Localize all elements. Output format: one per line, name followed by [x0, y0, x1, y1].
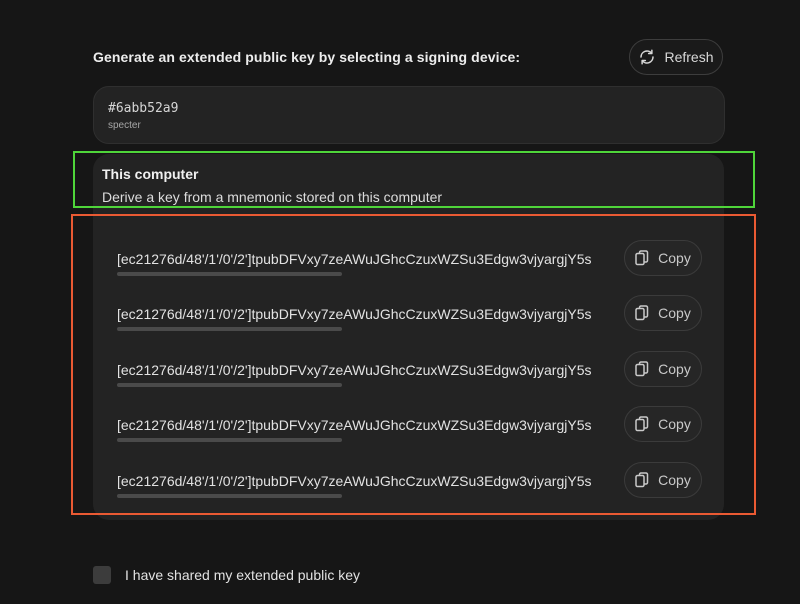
- copy-label: Copy: [658, 416, 691, 432]
- copy-button[interactable]: Copy: [624, 240, 702, 276]
- copy-icon: [635, 361, 649, 377]
- device-fingerprint: #6abb52a9: [108, 101, 179, 116]
- key-scrollbar[interactable]: [117, 494, 342, 498]
- xpub-key-text[interactable]: [ec21276d/48'/1'/0'/2']tpubDFVxy7zeAWuJG…: [117, 473, 610, 489]
- device-name: specter: [108, 120, 141, 131]
- this-computer-description: Derive a key from a mnemonic stored on t…: [102, 189, 443, 205]
- key-row: [ec21276d/48'/1'/0'/2']tpubDFVxy7zeAWuJG…: [106, 351, 706, 397]
- key-row: [ec21276d/48'/1'/0'/2']tpubDFVxy7zeAWuJG…: [106, 462, 706, 508]
- key-scrollbar[interactable]: [117, 383, 342, 387]
- xpub-key-text[interactable]: [ec21276d/48'/1'/0'/2']tpubDFVxy7zeAWuJG…: [117, 362, 610, 378]
- shared-checkbox[interactable]: [93, 566, 111, 584]
- xpub-key-text[interactable]: [ec21276d/48'/1'/0'/2']tpubDFVxy7zeAWuJG…: [117, 251, 610, 267]
- copy-button[interactable]: Copy: [624, 351, 702, 387]
- key-scrollbar[interactable]: [117, 272, 342, 276]
- refresh-label: Refresh: [664, 49, 714, 65]
- refresh-button[interactable]: Refresh: [629, 39, 723, 75]
- shared-confirmation: I have shared my extended public key: [93, 566, 360, 584]
- copy-label: Copy: [658, 250, 691, 266]
- copy-label: Copy: [658, 305, 691, 321]
- key-row: [ec21276d/48'/1'/0'/2']tpubDFVxy7zeAWuJG…: [106, 406, 706, 452]
- copy-label: Copy: [658, 472, 691, 488]
- signing-device-card[interactable]: #6abb52a9 specter: [93, 86, 725, 144]
- shared-checkbox-label[interactable]: I have shared my extended public key: [125, 567, 360, 583]
- this-computer-title[interactable]: This computer: [102, 166, 198, 182]
- copy-button[interactable]: Copy: [624, 295, 702, 331]
- key-row: [ec21276d/48'/1'/0'/2']tpubDFVxy7zeAWuJG…: [106, 240, 706, 286]
- copy-icon: [635, 305, 649, 321]
- xpub-key-text[interactable]: [ec21276d/48'/1'/0'/2']tpubDFVxy7zeAWuJG…: [117, 417, 610, 433]
- key-row: [ec21276d/48'/1'/0'/2']tpubDFVxy7zeAWuJG…: [106, 295, 706, 341]
- copy-button[interactable]: Copy: [624, 462, 702, 498]
- copy-label: Copy: [658, 361, 691, 377]
- copy-icon: [635, 472, 649, 488]
- key-scrollbar[interactable]: [117, 438, 342, 442]
- xpub-key-text[interactable]: [ec21276d/48'/1'/0'/2']tpubDFVxy7zeAWuJG…: [117, 306, 610, 322]
- page-title: Generate an extended public key by selec…: [93, 49, 521, 65]
- copy-icon: [635, 250, 649, 266]
- copy-icon: [635, 416, 649, 432]
- copy-button[interactable]: Copy: [624, 406, 702, 442]
- refresh-icon: [638, 48, 656, 66]
- key-scrollbar[interactable]: [117, 327, 342, 331]
